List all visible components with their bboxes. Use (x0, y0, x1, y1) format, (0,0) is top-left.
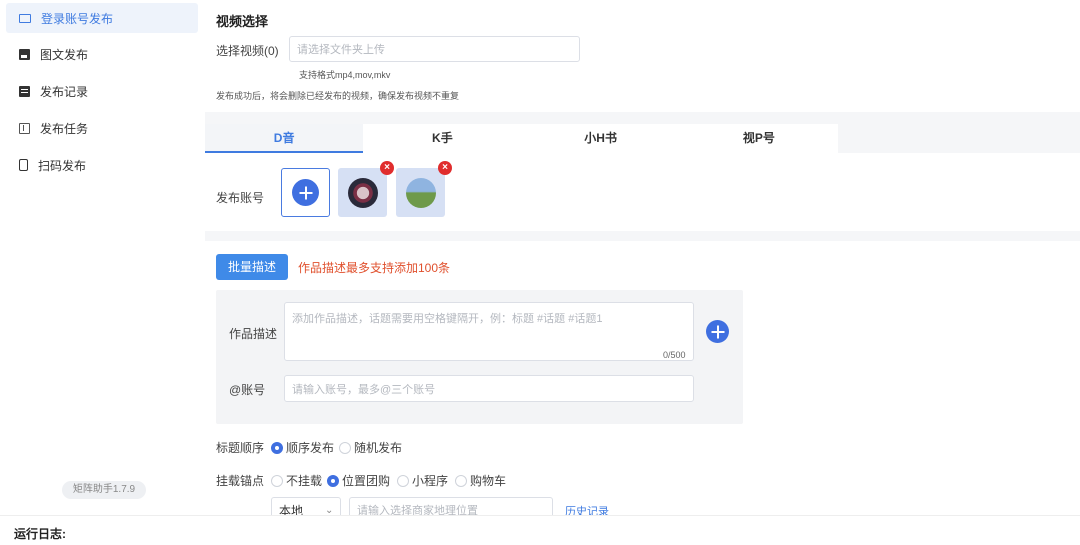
radio-label: 不挂载 (286, 474, 323, 488)
radio-unchecked-icon (339, 441, 351, 454)
log-bar: 运行日志: (0, 515, 1080, 545)
version-badge: 矩阵助手1.7.9 (62, 481, 146, 499)
sidebar-item-label: 图文发布 (40, 47, 89, 62)
radio-label: 位置团购 (342, 474, 391, 488)
sidebar-item-login-publish[interactable]: 登录账号发布 (6, 3, 198, 33)
chevron-down-icon: ⌄ (325, 504, 334, 516)
sidebar-item-scan-publish[interactable]: 扫码发布 (6, 150, 198, 180)
add-description-button[interactable] (706, 320, 729, 343)
image-icon (19, 48, 30, 60)
tab-kuaishou[interactable]: K手 (363, 124, 521, 153)
accounts-section: 发布账号 (205, 153, 1080, 231)
select-value: 本地 (279, 503, 304, 516)
task-icon (19, 122, 30, 134)
account-card[interactable]: × (338, 161, 394, 217)
radio-label: 随机发布 (354, 441, 403, 455)
anchor-label: 挂载锚点 (216, 474, 265, 488)
log-title: 运行日志: (14, 527, 66, 541)
tab-shipinhao[interactable]: 视P号 (680, 124, 838, 153)
sidebar-item-label: 发布记录 (40, 84, 89, 99)
platform-tabs: D音 K手 小H书 视P号 (205, 124, 838, 153)
sidebar-item-publish-tasks[interactable]: 发布任务 (6, 113, 198, 143)
avatar (405, 177, 436, 208)
description-label: 作品描述 (229, 327, 278, 341)
radio-location-groupbuy[interactable]: 位置团购 (327, 472, 390, 489)
select-video-label: 选择视频(0) (216, 44, 279, 58)
sidebar-item-label: 发布任务 (40, 121, 89, 136)
document-icon (19, 85, 30, 97)
main-content: 视频选择 选择视频(0) 请选择文件夹上传 支持格式mp4,mov,mkv 发布… (205, 0, 1080, 515)
tab-xiaohongshu[interactable]: 小H书 (522, 124, 680, 153)
window-icon (19, 13, 31, 23)
radio-mini-program[interactable]: 小程序 (397, 472, 448, 489)
plus-icon (292, 179, 319, 206)
supported-formats: 支持格式mp4,mov,mkv (299, 70, 391, 80)
radio-checked-icon (327, 474, 339, 487)
title-order-label: 标题顺序 (216, 441, 265, 455)
radio-label: 顺序发布 (286, 441, 335, 455)
radio-unchecked-icon (455, 474, 467, 487)
publish-account-label: 发布账号 (216, 191, 265, 205)
avatar (347, 177, 378, 208)
tab-douyin[interactable]: D音 (205, 124, 364, 153)
phone-icon (19, 159, 28, 171)
history-link[interactable]: 历史记录 (565, 503, 609, 515)
description-limit-warning: 作品描述最多支持添加100条 (298, 261, 451, 275)
sidebar-item-label: 扫码发布 (38, 158, 87, 173)
account-card[interactable]: × (396, 161, 452, 217)
radio-shopping-cart[interactable]: 购物车 (455, 472, 506, 489)
at-account-label: @账号 (229, 383, 266, 397)
video-section: 视频选择 选择视频(0) 请选择文件夹上传 支持格式mp4,mov,mkv 发布… (205, 0, 1080, 112)
radio-label: 小程序 (412, 474, 449, 488)
sidebar: 登录账号发布 图文发布 发布记录 发布任务 扫码发布 矩阵助手1.7.9 (0, 0, 200, 515)
radio-checked-icon (271, 441, 283, 454)
radio-no-anchor[interactable]: 不挂载 (271, 472, 322, 489)
location-input[interactable]: 请输入选择商家地理位置 (349, 497, 553, 515)
radio-sequential[interactable]: 顺序发布 (271, 439, 334, 456)
section-title: 视频选择 (216, 14, 269, 29)
radio-unchecked-icon (397, 474, 409, 487)
at-account-input[interactable]: 请输入账号，最多@三个账号 (284, 375, 694, 402)
description-placeholder: 添加作品描述，话题需要用空格键隔开，例：标题 #话题 #话题1 (292, 313, 603, 325)
radio-random[interactable]: 随机发布 (339, 439, 402, 456)
radio-unchecked-icon (271, 474, 283, 487)
close-icon[interactable]: × (438, 161, 452, 175)
add-account-button[interactable] (281, 168, 330, 217)
region-select[interactable]: 本地 ⌄ (271, 497, 341, 515)
batch-description-button[interactable]: 批量描述 (216, 254, 288, 280)
video-folder-input[interactable]: 请选择文件夹上传 (289, 36, 580, 62)
publish-note: 发布成功后，将会删除已经发布的视频，确保发布视频不重复 (216, 91, 460, 101)
sidebar-item-image-publish[interactable]: 图文发布 (6, 39, 198, 69)
close-icon[interactable]: × (380, 161, 394, 175)
sidebar-item-label: 登录账号发布 (41, 11, 114, 26)
description-textarea[interactable]: 添加作品描述，话题需要用空格键隔开，例：标题 #话题 #话题1 (284, 302, 694, 361)
char-counter: 0/500 (663, 350, 686, 360)
radio-label: 购物车 (470, 474, 507, 488)
sidebar-item-publish-records[interactable]: 发布记录 (6, 76, 198, 106)
